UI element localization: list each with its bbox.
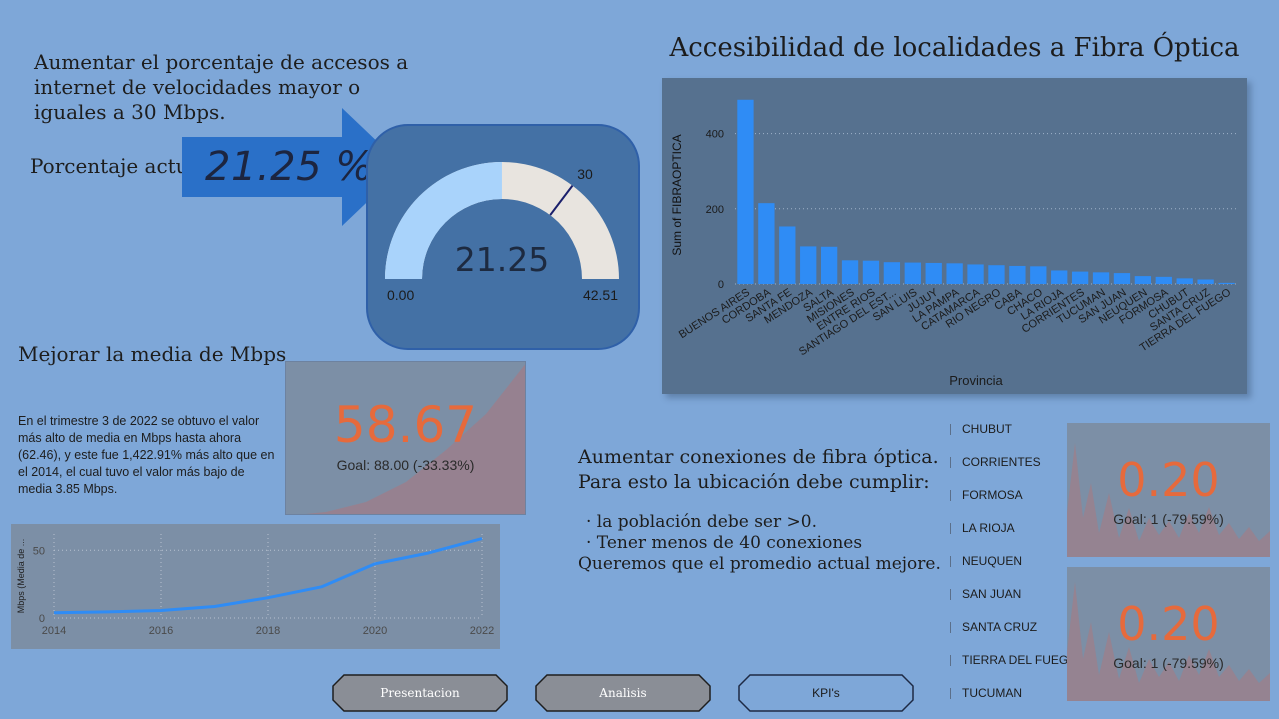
bar xyxy=(1071,271,1089,284)
slicer-checkbox[interactable] xyxy=(950,456,953,468)
mbps-line-chart: 2014 2016 2018 2020 2022 0 50 Mbps (Media de ..… xyxy=(16,534,494,637)
slicer-checkbox[interactable] xyxy=(950,555,953,567)
nav-button-analisis[interactable]: Analisis xyxy=(535,674,711,712)
bar-chart-title: Accesibilidad de localidades a Fibra Ópt… xyxy=(669,33,1240,63)
bar-x-axis-label: Provincia xyxy=(949,373,1003,388)
bar xyxy=(1051,270,1068,284)
slicer-item[interactable]: SANTA CRUZ xyxy=(950,618,1037,636)
kpi-fibra-value-2: 0.20 xyxy=(1117,597,1220,651)
kpi-fibra-value-1: 0.20 xyxy=(1117,453,1220,507)
slicer-item[interactable]: NEUQUEN xyxy=(950,552,1022,570)
bar-y-tick: 200 xyxy=(706,204,724,216)
slicer-item-label: SANTA CRUZ xyxy=(962,620,1038,634)
gauge-chart: 30 21.25 0.00 42.51 xyxy=(385,162,619,303)
slicer-checkbox[interactable] xyxy=(950,423,953,435)
bar xyxy=(1113,273,1131,284)
slicer-item[interactable]: LA RIOJA xyxy=(950,519,1015,537)
slicer-item[interactable]: TUCUMAN xyxy=(950,684,1022,702)
slicer-item-label: LA RIOJA xyxy=(962,521,1015,535)
slicer-item-label: FORMOSA xyxy=(962,488,1023,502)
kpi-fibra-card-1: 0.20 Goal: 1 (-79.59%) xyxy=(1067,423,1270,557)
slicer-item-label: CORRIENTES xyxy=(962,455,1041,469)
bar xyxy=(841,260,859,284)
bar xyxy=(820,246,838,284)
bar xyxy=(1092,272,1110,284)
line-x-tick: 2014 xyxy=(42,625,66,637)
slicer-item[interactable]: FORMOSA xyxy=(950,486,1023,504)
objective-3-list: · la población debe ser >0. · Tener meno… xyxy=(578,512,950,575)
line-y-tick: 0 xyxy=(39,613,45,625)
bar xyxy=(1155,276,1172,284)
nav-button-label: Analisis xyxy=(599,686,647,700)
slicer-item-label: NEUQUEN xyxy=(962,554,1023,568)
bar xyxy=(988,265,1005,284)
objective-3-title: Aumentar conexiones de fibra óptica. Par… xyxy=(578,446,939,493)
slicer-item-label: CHUBUT xyxy=(962,422,1012,436)
bar xyxy=(1030,266,1047,284)
objective-2-text: En el trimestre 3 de 2022 se obtuvo el v… xyxy=(18,414,275,496)
nav-button-label: KPI's xyxy=(812,686,840,700)
gauge-min-label: 0.00 xyxy=(387,287,414,303)
nav-button-presentacion[interactable]: Presentacion xyxy=(332,674,508,712)
objective-3-bullet: · la población debe ser >0. xyxy=(586,512,817,532)
kpi-fibra-card-2: 0.20 Goal: 1 (-79.59%) xyxy=(1067,567,1270,701)
line-x-tick: 2022 xyxy=(470,625,494,637)
bar xyxy=(1197,279,1214,284)
slicer-item-label: TIERRA DEL FUEGO xyxy=(962,653,1078,667)
line-chart-card: 2014 2016 2018 2020 2022 0 50 Mbps (Media de ..… xyxy=(11,524,500,649)
kpi-mbps-goal: Goal: 88.00 (-33.33%) xyxy=(336,457,475,473)
nav-button-kpis[interactable]: KPI's xyxy=(738,674,914,712)
bar xyxy=(904,262,921,284)
slicer-item[interactable]: CORRIENTES xyxy=(950,453,1041,471)
kpi-mbps-value: 58.67 xyxy=(333,396,478,454)
bar xyxy=(779,226,796,284)
gauge-max-label: 42.51 xyxy=(583,287,618,303)
current-percentage-value: 21.25 % xyxy=(205,144,374,190)
slicer-checkbox[interactable] xyxy=(950,654,953,666)
bar xyxy=(946,263,963,284)
bar xyxy=(1134,276,1152,284)
slicer-item[interactable]: SAN JUAN xyxy=(950,585,1021,603)
line-x-tick: 2016 xyxy=(149,625,173,637)
slicer-item-label: TUCUMAN xyxy=(962,686,1022,700)
objective-3-bullet: · Tener menos de 40 conexiones xyxy=(586,533,863,553)
bar xyxy=(967,264,984,284)
slicer-checkbox[interactable] xyxy=(950,522,953,534)
bar-chart-card: 0 200 400 BUENOS AIRES CORDOBA SANTA FE MENDOZ… xyxy=(662,78,1247,394)
objective-3-closing: Queremos que el promedio actual mejore. xyxy=(578,554,941,574)
bar xyxy=(925,262,942,284)
fibra-bar-chart: 0200400BUENOS AIRESCORDOBASANTA FEMENDOZ… xyxy=(670,99,1237,388)
line-y-tick: 50 xyxy=(33,545,45,557)
bar xyxy=(1218,282,1235,284)
bar-y-axis-label: Sum of FIBRAOPTICA xyxy=(670,134,684,255)
kpi-fibra-goal-2: Goal: 1 (-79.59%) xyxy=(1113,655,1224,671)
bar-y-tick: 0 xyxy=(718,279,724,291)
slicer-checkbox[interactable] xyxy=(950,588,953,600)
kpi-mbps-card: 58.67 Goal: 88.00 (-33.33%) xyxy=(285,361,526,515)
gauge-value: 21.25 xyxy=(455,240,549,279)
gauge-target-label: 30 xyxy=(577,166,593,182)
kpi-fibra-goal-1: Goal: 1 (-79.59%) xyxy=(1113,511,1224,527)
line-x-tick: 2020 xyxy=(363,625,387,637)
slicer-checkbox[interactable] xyxy=(950,687,953,699)
nav-button-label: Presentacion xyxy=(380,686,460,700)
slicer-item[interactable]: CHUBUT xyxy=(950,420,1012,438)
line-x-tick: 2018 xyxy=(256,625,280,637)
bar-y-tick: 400 xyxy=(706,129,724,141)
bar xyxy=(883,262,901,284)
bar xyxy=(758,203,775,284)
slicer-item[interactable]: TIERRA DEL FUEGO xyxy=(950,651,1078,669)
slicer-checkbox[interactable] xyxy=(950,489,953,501)
bar xyxy=(800,246,817,284)
line-series xyxy=(53,537,483,615)
slicer-checkbox[interactable] xyxy=(950,621,953,633)
bar xyxy=(737,99,754,284)
bar xyxy=(1009,265,1026,284)
line-y-axis-label: Mbps (Media de ... xyxy=(16,539,26,614)
slicer-item-label: SAN JUAN xyxy=(962,587,1022,601)
objective-2-title: Mejorar la media de Mbps xyxy=(18,342,287,366)
bar xyxy=(1176,278,1193,284)
bar xyxy=(862,260,880,284)
